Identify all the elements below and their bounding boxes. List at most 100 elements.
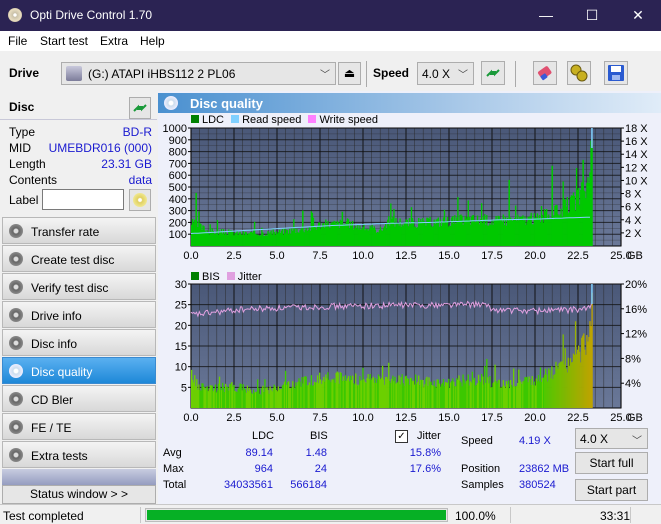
disc-contents-label: Contents — [9, 173, 58, 187]
stats-total-bis: 566184 — [290, 479, 327, 491]
start-part-button[interactable]: Start part — [575, 479, 648, 501]
disc-label-input[interactable] — [42, 189, 124, 210]
progress-bar — [145, 508, 448, 522]
left-panel: Disc Type BD-R MID UMEBDR016 (000) Lengt… — [0, 91, 157, 504]
x-tick-label: 10.0 — [352, 250, 373, 259]
y2-tick-label: 12% — [625, 329, 647, 341]
jitter-checkbox-label: Jitter — [417, 430, 441, 442]
drive-select[interactable]: (G:) ATAPI iHBS112 2 PL06 ﹀ — [61, 62, 336, 85]
y-tick-label: 300 — [169, 206, 187, 218]
nav-transfer-rate[interactable]: Transfer rate — [2, 217, 156, 244]
disc-quality-icon — [9, 364, 23, 378]
disc-type-label: Type — [9, 125, 36, 139]
elapsed-time: 33:31 — [600, 509, 631, 523]
y2-tick-label: 18 X — [625, 123, 648, 135]
stats-max-ldc: 964 — [254, 463, 273, 475]
disc-label-label: Label — [9, 193, 39, 207]
stats-total-label: Total — [163, 479, 187, 491]
test-speed-select[interactable]: 4.0 X ﹀ — [575, 428, 648, 449]
erase-button[interactable] — [533, 61, 557, 85]
transfer-rate-icon — [9, 224, 23, 238]
disc-label-button[interactable] — [129, 189, 151, 211]
y2-tick-label: 8 X — [625, 189, 642, 201]
disc-refresh-button[interactable] — [129, 97, 151, 119]
y-tick-label: 25 — [175, 300, 187, 312]
chevron-down-icon: ﹀ — [632, 436, 642, 447]
position-stat-label: Position — [461, 463, 501, 475]
ldc-chart: 1002003004005006007008009001000 2 X4 X6 X… — [163, 123, 649, 259]
y2-tick-label: 2 X — [625, 228, 642, 240]
x-tick-label: 10.0 — [352, 412, 373, 424]
nav-disc-quality[interactable]: Disc quality — [2, 357, 156, 384]
app-disc-icon — [8, 8, 22, 22]
refresh-icon — [133, 104, 147, 112]
y-tick-label: 200 — [169, 217, 187, 229]
disc-mid-value: UMEBDR016 (000) — [48, 141, 152, 155]
eject-button[interactable]: ⏏ — [338, 62, 361, 85]
nav-create-test-disc[interactable]: Create test disc — [2, 245, 156, 272]
stats-avg-label: Avg — [163, 447, 182, 459]
menu-help[interactable]: Help — [140, 34, 165, 48]
jitter-checkbox[interactable]: ✓ — [395, 430, 408, 443]
settings-button[interactable] — [567, 61, 591, 85]
y-tick-label: 15 — [175, 341, 187, 353]
nav-verify-test-disc[interactable]: Verify test disc — [2, 273, 156, 300]
nav-extra-tests[interactable]: Extra tests — [2, 441, 156, 468]
menu-file[interactable]: File — [8, 34, 27, 48]
nav-label: Create test disc — [31, 253, 115, 267]
cd-icon — [133, 193, 147, 207]
nav-disc-info[interactable]: Disc info — [2, 329, 156, 356]
disc-length-value: 23.31 GB — [101, 157, 152, 171]
status-bar: Test completed 100.0% 33:31 — [0, 504, 661, 524]
disc-header-title: Disc — [9, 100, 35, 114]
y-tick-label: 1000 — [163, 123, 187, 135]
x-axis-label: GB — [627, 250, 643, 259]
y2-tick-label: 8% — [625, 353, 641, 365]
refresh-drive-button[interactable] — [481, 61, 505, 85]
stats-avg-ldc: 89.14 — [245, 447, 273, 459]
nav-drive-info[interactable]: Drive info — [2, 301, 156, 328]
refresh-icon — [486, 69, 500, 77]
status-divider — [140, 507, 141, 523]
stats-avg-bis: 1.48 — [305, 447, 327, 459]
nav-cd-bler[interactable]: CD Bler — [2, 385, 156, 412]
stats-total-ldc: 34033561 — [224, 479, 273, 491]
disc-header: Disc — [0, 93, 157, 120]
x-tick-label: 17.5 — [481, 250, 502, 259]
nav-fe-te[interactable]: FE / TE — [2, 413, 156, 440]
menu-extra[interactable]: Extra — [100, 34, 128, 48]
progress-fill — [147, 510, 446, 520]
x-tick-label: 12.5 — [395, 412, 416, 424]
close-button[interactable]: ✕ — [615, 0, 661, 31]
status-text: Test completed — [3, 509, 84, 523]
window-title: Opti Drive Control 1.70 — [30, 8, 153, 22]
save-button[interactable] — [604, 61, 628, 85]
disc-quality-icon — [164, 96, 178, 110]
speed-select-value: 4.0 X — [422, 67, 451, 81]
nav-label: Disc info — [31, 337, 78, 351]
y-tick-label: 600 — [169, 170, 187, 182]
status-divider — [630, 507, 631, 523]
status-window-button[interactable]: Status window > > — [2, 485, 156, 504]
save-icon — [608, 65, 624, 81]
bis-chart: 5 10 15 20 25 30 4% 8% 12% 16% 20% 0.0 2.5 5.0 7.5 10.0… — [175, 279, 647, 424]
y2-tick-label: 4% — [625, 378, 641, 390]
drive-info-icon — [9, 308, 23, 322]
status-divider — [510, 507, 511, 523]
y2-tick-label: 4 X — [625, 215, 642, 227]
maximize-button[interactable]: ☐ — [569, 0, 615, 31]
toolbar-divider — [515, 61, 516, 87]
y2-tick-label: 10 X — [625, 175, 648, 187]
x-tick-label: 7.5 — [312, 250, 327, 259]
minimize-button[interactable]: — — [523, 0, 569, 31]
menu-start-test[interactable]: Start test — [40, 34, 88, 48]
speed-select[interactable]: 4.0 X ﹀ — [417, 62, 474, 85]
eject-icon: ⏏ — [343, 66, 356, 80]
y2-tick-label: 6 X — [625, 202, 642, 214]
start-full-button[interactable]: Start full — [575, 452, 648, 474]
nav-label: Transfer rate — [31, 225, 100, 239]
stats-header-bis: BIS — [310, 430, 328, 442]
y-tick-label: 10 — [175, 362, 187, 374]
y-tick-label: 20 — [175, 320, 187, 332]
disc-contents-value: data — [128, 173, 152, 187]
